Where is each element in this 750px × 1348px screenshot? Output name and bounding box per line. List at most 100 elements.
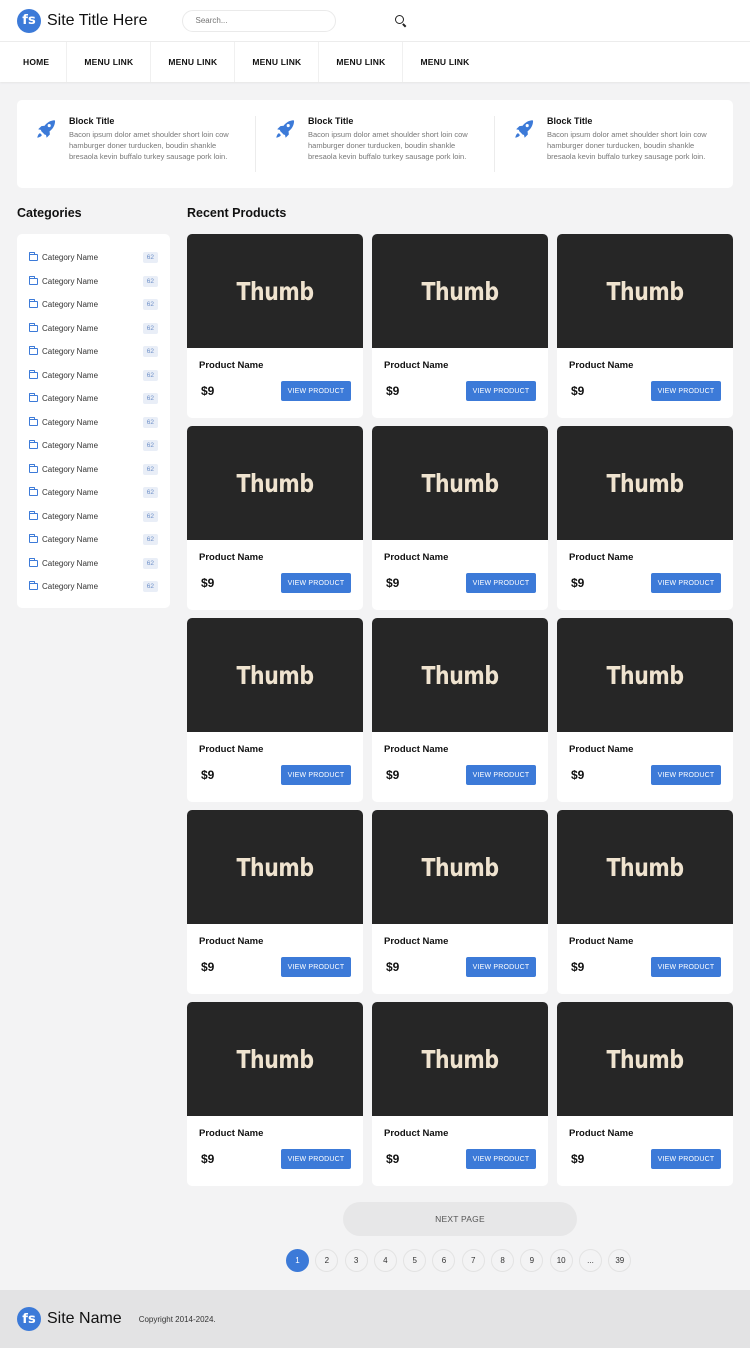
product-name[interactable]: Product Name [569,936,721,947]
search-input[interactable] [182,9,337,32]
product-name[interactable]: Product Name [569,552,721,563]
product-thumbnail[interactable]: Thumb [557,234,733,348]
product-thumbnail[interactable]: Thumb [187,1002,363,1116]
page-number[interactable]: 10 [549,1249,573,1272]
category-item[interactable]: Category Name 62 [17,317,170,341]
view-product-button[interactable]: VIEW PRODUCT [281,573,351,593]
page-number[interactable]: 3 [344,1249,368,1272]
nav-item-menu-link[interactable]: MENU LINK [319,42,404,82]
category-item[interactable]: Category Name 62 [17,528,170,552]
nav-item-home[interactable]: HOME [0,42,68,82]
product-name[interactable]: Product Name [199,360,351,371]
nav-item-menu-link[interactable]: MENU LINK [67,42,152,82]
product-thumbnail[interactable]: Thumb [187,810,363,924]
category-item[interactable]: Category Name 62 [17,481,170,505]
thumbnail-label: Thumb [236,1044,314,1074]
product-name[interactable]: Product Name [384,552,536,563]
product-name[interactable]: Product Name [569,1128,721,1139]
product-price: $9 [571,576,585,590]
product-name[interactable]: Product Name [569,744,721,755]
view-product-button[interactable]: VIEW PRODUCT [651,1149,721,1169]
view-product-button[interactable]: VIEW PRODUCT [281,957,351,977]
product-thumbnail[interactable]: Thumb [372,1002,548,1116]
feature-text: Block Title Bacon ipsum dolor amet should… [547,116,715,172]
category-count-badge: 62 [142,581,158,593]
product-name[interactable]: Product Name [569,360,721,371]
page-number[interactable]: 1 [286,1249,309,1272]
category-item[interactable]: Category Name 62 [17,552,170,576]
product-thumbnail[interactable]: Thumb [557,618,733,732]
view-product-button[interactable]: VIEW PRODUCT [651,381,721,401]
view-product-button[interactable]: VIEW PRODUCT [466,957,536,977]
category-item[interactable]: Category Name 62 [17,575,170,599]
site-footer: fs Site Name Copyright 2014-2024. [0,1290,750,1348]
page-number[interactable]: 39 [608,1249,632,1272]
page-number[interactable]: 6 [432,1249,456,1272]
product-thumbnail[interactable]: Thumb [372,234,548,348]
category-item[interactable]: Category Name 62 [17,505,170,529]
thumbnail-label: Thumb [236,276,314,306]
rocket-icon [513,118,535,140]
feature-description: Bacon ipsum dolor amet shoulder short lo… [547,130,707,161]
page-number[interactable]: 5 [403,1249,427,1272]
product-name[interactable]: Product Name [384,360,536,371]
category-item[interactable]: Category Name 62 [17,387,170,411]
product-name[interactable]: Product Name [199,1128,351,1139]
category-name: Category Name [42,558,99,568]
page-number[interactable]: 8 [491,1249,515,1272]
page-number[interactable]: 9 [520,1249,544,1272]
thumbnail-label: Thumb [606,468,684,498]
view-product-button[interactable]: VIEW PRODUCT [466,1149,536,1169]
product-card-footer: $9 VIEW PRODUCT [199,765,351,785]
product-thumbnail[interactable]: Thumb [557,810,733,924]
category-item[interactable]: Category Name 62 [17,246,170,270]
view-product-button[interactable]: VIEW PRODUCT [466,381,536,401]
view-product-button[interactable]: VIEW PRODUCT [466,573,536,593]
footer-logo-badge[interactable]: fs [17,1307,41,1331]
product-thumbnail[interactable]: Thumb [187,234,363,348]
category-item[interactable]: Category Name 62 [17,340,170,364]
nav-item-menu-link[interactable]: MENU LINK [235,42,320,82]
search-icon[interactable] [394,14,408,28]
product-name[interactable]: Product Name [384,744,536,755]
product-name[interactable]: Product Name [384,1128,536,1139]
folder-icon [29,557,38,567]
view-product-button[interactable]: VIEW PRODUCT [651,765,721,785]
product-thumbnail[interactable]: Thumb [372,810,548,924]
page-number[interactable]: 7 [461,1249,485,1272]
category-name: Category Name [42,511,99,521]
product-price: $9 [386,384,400,398]
product-thumbnail[interactable]: Thumb [187,426,363,540]
category-item[interactable]: Category Name 62 [17,434,170,458]
page-number[interactable]: 4 [373,1249,397,1272]
category-count-badge: 62 [142,393,158,405]
page-number[interactable]: 2 [315,1249,339,1272]
product-name[interactable]: Product Name [384,936,536,947]
logo-badge[interactable]: fs [17,8,41,33]
product-name[interactable]: Product Name [199,936,351,947]
site-title[interactable]: Site Title Here [47,12,147,30]
view-product-button[interactable]: VIEW PRODUCT [281,765,351,785]
category-item[interactable]: Category Name 62 [17,270,170,294]
nav-item-menu-link[interactable]: MENU LINK [151,42,236,82]
category-item[interactable]: Category Name 62 [17,293,170,317]
thumbnail-label: Thumb [606,660,684,690]
product-name[interactable]: Product Name [199,552,351,563]
view-product-button[interactable]: VIEW PRODUCT [466,765,536,785]
product-thumbnail[interactable]: Thumb [187,618,363,732]
view-product-button[interactable]: VIEW PRODUCT [281,381,351,401]
product-thumbnail[interactable]: Thumb [372,426,548,540]
view-product-button[interactable]: VIEW PRODUCT [651,573,721,593]
next-page-button[interactable]: NEXT PAGE [343,1202,577,1236]
view-product-button[interactable]: VIEW PRODUCT [281,1149,351,1169]
view-product-button[interactable]: VIEW PRODUCT [651,957,721,977]
product-name[interactable]: Product Name [199,744,351,755]
category-item[interactable]: Category Name 62 [17,411,170,435]
product-thumbnail[interactable]: Thumb [557,426,733,540]
category-item[interactable]: Category Name 62 [17,364,170,388]
footer-site-name[interactable]: Site Name [47,1310,122,1328]
product-thumbnail[interactable]: Thumb [372,618,548,732]
product-thumbnail[interactable]: Thumb [557,1002,733,1116]
category-item[interactable]: Category Name 62 [17,458,170,482]
nav-item-menu-link[interactable]: MENU LINK [403,42,486,82]
